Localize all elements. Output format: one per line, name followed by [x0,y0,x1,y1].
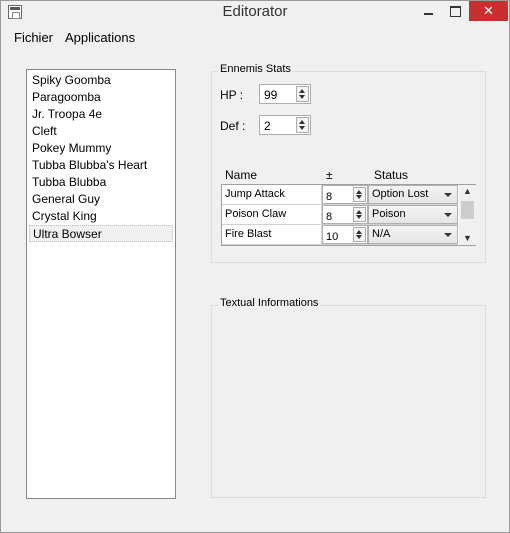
move-status-cell[interactable]: Option Lost [368,185,458,205]
hp-spin-arrows-icon[interactable] [296,86,309,102]
list-item[interactable]: Pokey Mummy [29,140,173,157]
list-item[interactable]: Spiky Goomba [29,72,173,89]
list-item[interactable]: Cleft [29,123,173,140]
menu-bar: Fichier Applications [1,27,509,47]
move-amount-spinbox[interactable]: 8 [322,185,368,204]
scrollbar-thumb[interactable] [461,201,474,219]
move-status-cell[interactable]: N/A [368,225,458,245]
status-combobox[interactable]: Option Lost [368,185,458,204]
dropdown-arrow-icon[interactable] [444,213,452,217]
scroll-up-icon[interactable]: ▲ [463,187,472,196]
close-icon: ✕ [483,3,494,18]
list-item[interactable]: Tubba Blubba's Heart [29,157,173,174]
list-item[interactable]: Tubba Blubba [29,174,173,191]
list-item[interactable]: Paragoomba [29,89,173,106]
move-amount-cell[interactable]: 8 [322,205,368,225]
dropdown-arrow-icon[interactable] [444,193,452,197]
title-bar[interactable]: Editorator ✕ [1,1,509,25]
status-value: Option Lost [372,188,429,200]
move-amount-value: 10 [326,231,339,243]
hp-spinbox[interactable]: 99 [259,84,311,104]
scroll-down-icon[interactable]: ▼ [463,234,472,243]
list-item-selected[interactable]: Ultra Bowser [29,225,173,242]
def-spinbox[interactable]: 2 [259,115,311,135]
spin-arrows-icon[interactable] [353,187,366,202]
status-combobox[interactable]: Poison [368,205,458,224]
column-header-amount: ± [326,168,333,182]
list-item[interactable]: General Guy [29,191,173,208]
table-scrollbar[interactable]: ▲ ▼ [459,185,476,245]
def-label: Def : [220,119,246,133]
def-spin-arrows-icon[interactable] [296,117,309,133]
def-value: 2 [264,119,271,133]
move-amount-cell[interactable]: 8 [322,185,368,205]
status-value: Poison [372,208,406,220]
enemy-list[interactable]: Spiky Goomba Paragoomba Jr. Troopa 4e Cl… [26,69,176,499]
textual-info-group: Textual Informations [211,297,486,498]
menu-applications[interactable]: Applications [65,30,135,45]
menu-fichier[interactable]: Fichier [14,30,53,45]
editorator-window: Editorator ✕ Fichier Applications Spiky … [0,0,510,533]
spin-arrows-icon[interactable] [353,207,366,222]
status-combobox[interactable]: N/A [368,225,458,244]
spin-arrows-icon[interactable] [353,227,366,242]
list-item[interactable]: Crystal King [29,208,173,225]
hp-label: HP : [220,88,244,102]
status-value: N/A [372,228,391,240]
hp-value: 99 [264,88,278,102]
move-name-cell[interactable]: Jump Attack [222,185,322,205]
list-item[interactable]: Jr. Troopa 4e [29,106,173,123]
move-amount-cell[interactable]: 10 [322,225,368,245]
column-header-status: Status [374,168,409,182]
move-amount-spinbox[interactable]: 10 [322,225,368,244]
moves-table[interactable]: Jump Attack 8 Option Lost Poison Claw 8 … [221,184,476,246]
move-status-cell[interactable]: Poison [368,205,458,225]
minimize-button[interactable] [415,1,441,21]
dropdown-arrow-icon[interactable] [444,233,452,237]
move-name-cell[interactable]: Fire Blast [222,225,322,245]
enemy-stats-title: Ennemis Stats [218,63,293,75]
column-header-name: Name [225,168,258,182]
maximize-button[interactable] [442,1,468,21]
move-name-cell[interactable]: Poison Claw [222,205,322,225]
close-button[interactable]: ✕ [469,1,508,21]
textual-info-title: Textual Informations [218,297,321,309]
move-amount-spinbox[interactable]: 8 [322,205,368,224]
